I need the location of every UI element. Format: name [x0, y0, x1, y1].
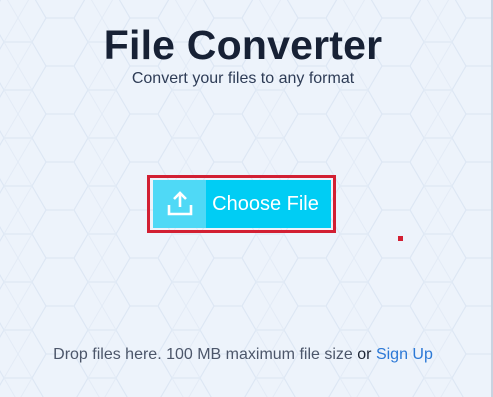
or-text: or: [357, 346, 372, 363]
page-title: File Converter: [103, 22, 383, 68]
upload-icon: [167, 191, 192, 216]
choose-file-label[interactable]: Choose File: [206, 180, 331, 228]
page-subtitle: Convert your files to any format: [131, 70, 355, 87]
footer-note: Drop files here. 100 MB maximum file siz…: [0, 346, 486, 364]
sign-up-link[interactable]: Sign Up: [376, 346, 433, 363]
drop-files-text: Drop files here. 100 MB maximum file siz…: [53, 346, 353, 363]
choose-file-button[interactable]: Choose File: [153, 180, 331, 228]
upload-icon-container[interactable]: [153, 180, 206, 228]
red-marker-dot: [398, 236, 403, 241]
